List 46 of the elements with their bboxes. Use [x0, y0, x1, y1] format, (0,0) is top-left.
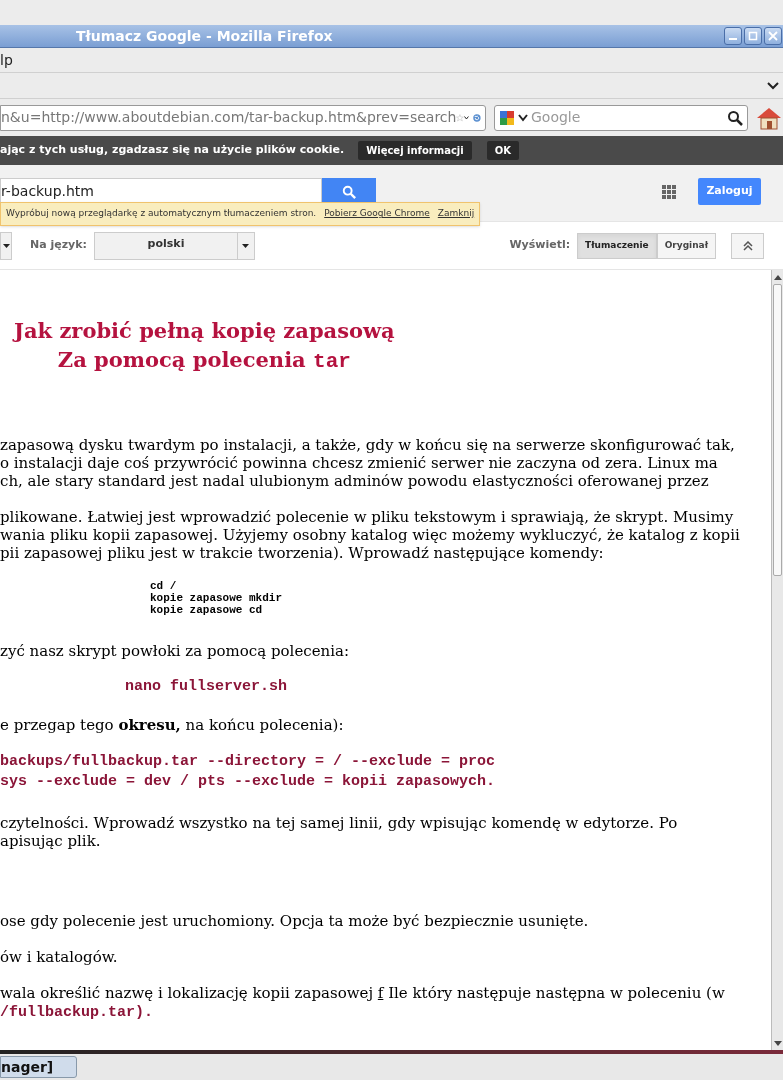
paragraph: zyć nasz skrypt powłoki za pomocą polecenia: — [0, 642, 351, 660]
target-language-select[interactable]: polski — [94, 231, 255, 260]
article-heading: Jak zrobić pełną kopię zapasową Za pomocą polecenia tar — [14, 317, 395, 375]
apps-grid-icon[interactable] — [662, 185, 676, 199]
window-title: Tłumacz Google - Mozilla Firefox — [76, 26, 333, 46]
view-toggle[interactable]: Tłumaczenie — [577, 232, 657, 259]
menu-item[interactable]: lp — [0, 49, 13, 71]
google-logo-icon[interactable] — [499, 109, 515, 126]
command-text: backups/fullbackup.tar --directory = / --exclude = proc sys --exclude = dev / pts --exclude = kopii zapasowych. — [0, 752, 496, 792]
target-language-label: Na język: — [30, 237, 87, 254]
paragraph: ów i katalogów. — [0, 948, 119, 966]
ok-button[interactable]: OK — [486, 141, 519, 160]
maximize-icon[interactable] — [744, 27, 762, 45]
paragraph: e przegap tego okresu, na końcu polecenia): — [0, 716, 345, 734]
dropdown-icon[interactable] — [464, 113, 470, 122]
view-toggle[interactable]: Oryginał — [656, 232, 716, 259]
taskbar-item[interactable]: nager] — [0, 1056, 77, 1078]
paragraph: ose gdy polecenie jest uruchomiony. Opcja ta może być bezpiecznie usunięte. — [0, 912, 590, 930]
scroll-down-icon[interactable] — [773, 1040, 782, 1046]
address-field[interactable]: n&u=http://www.aboutdebian.com/tar-backup.htm&prev=search — [0, 104, 486, 131]
dropdown-icon[interactable] — [518, 113, 528, 122]
paragraph: plikowane. Łatwiej jest wprowadzić polecenie w pliku tekstowym i sprawiają, że skrypt. Musimy wania pliku kopii zapasowej. Użyjemy osobny katalog więc możemy wykluczyć, że katalog z kopii pii zapasowej pliku jest w trakcie tworzenia). Wprowadź następujące komendy: — [0, 508, 741, 562]
source-language-select[interactable] — [0, 231, 12, 260]
more-info-button[interactable]: Więcej informacji — [358, 141, 472, 160]
command-text: nano fullserver.sh — [125, 678, 288, 696]
scroll-up-icon[interactable] — [773, 274, 782, 280]
cookie-text: ając z tych usług, zgadzasz się na użycie plików cookie. — [0, 142, 345, 159]
paragraph: wala określić nazwę i lokalizację kopii zapasowej f Ile który następuje następna w poleceniu (w /fullbackup.tar). — [0, 984, 726, 1022]
caret-icon — [2, 243, 10, 248]
promo-link[interactable]: Pobierz Google Chrome — [324, 207, 430, 221]
paragraph: zapasową dysku twardym po instalacji, a także, gdy w końcu się na serwerze skonfigurować tak, o instalacji daje coś przywrócić powinna chcesz zmienić serwer nie zaczyna od zera. Linux ma ch, ale stary standard jest nadal ulubionym adminów powodu elastyczności oferowanej przez — [0, 436, 736, 490]
scrollbar[interactable] — [771, 270, 783, 1050]
caret-icon — [242, 243, 250, 248]
command-text: cd / kopie zapasowe mkdir kopie zapasowe cd — [150, 580, 283, 616]
search-icon[interactable] — [727, 109, 743, 126]
promo-text: Wypróbuj nową przeglądarkę z automatycznym tłumaczeniem stron. — [6, 207, 317, 221]
chevron-down-icon[interactable] — [767, 81, 779, 90]
collapse-button[interactable] — [731, 232, 764, 259]
view-label: Wyświetl: — [509, 237, 571, 254]
promo-link[interactable]: Zamknij — [437, 207, 475, 221]
paragraph: czytelności. Wprowadź wszystko na tej samej linii, gdy wpisując komendę w edytorze. Po apisując plik. — [0, 814, 679, 850]
home-icon[interactable] — [756, 105, 782, 130]
close-icon[interactable] — [764, 27, 782, 45]
search-icon — [342, 184, 356, 199]
double-chevron-up-icon — [742, 240, 753, 251]
minimize-icon[interactable] — [724, 27, 742, 45]
